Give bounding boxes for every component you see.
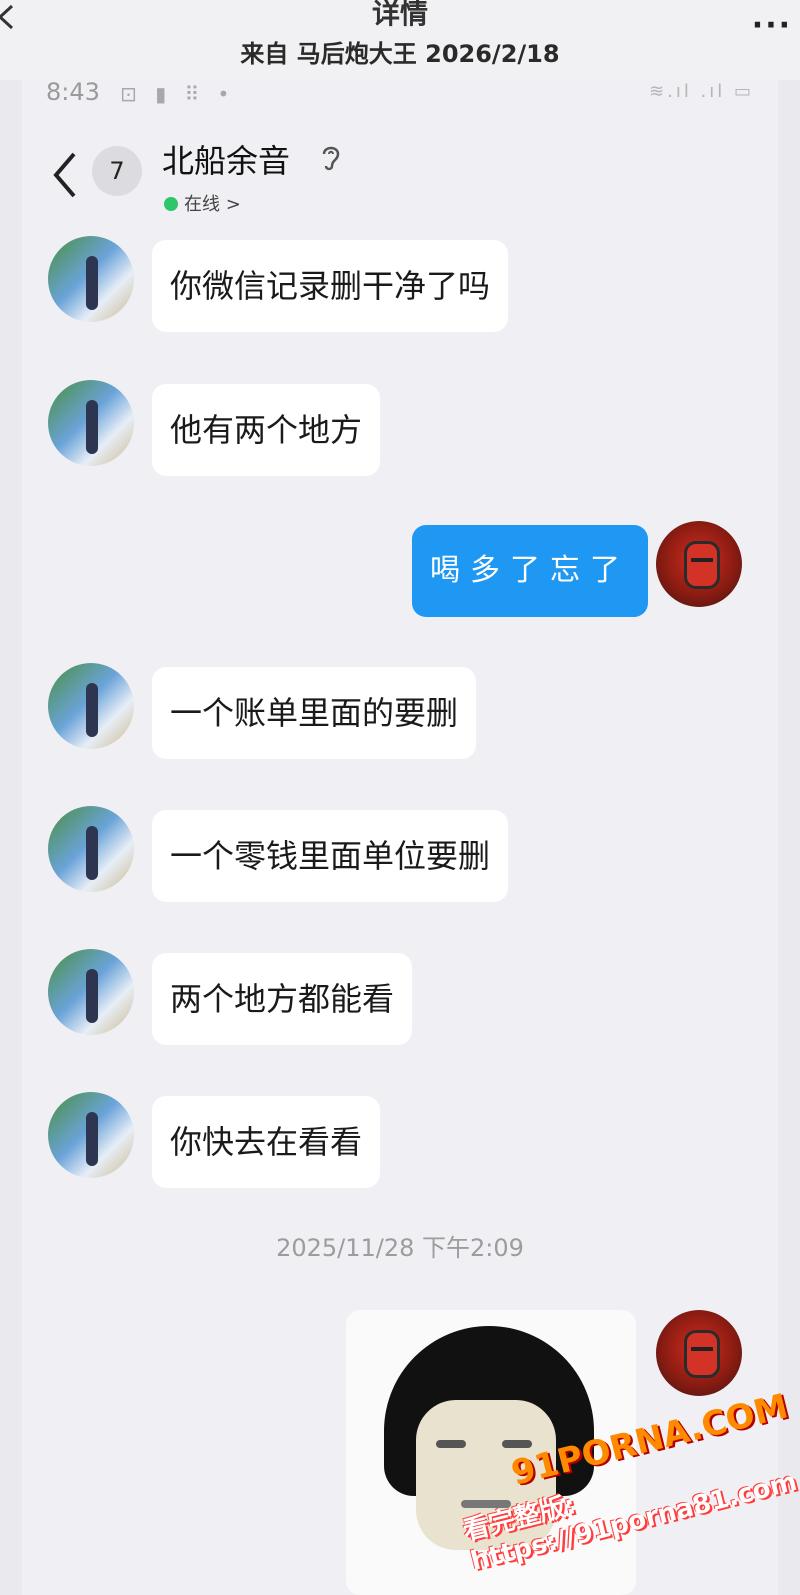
- my-avatar[interactable]: [656, 1310, 742, 1396]
- post-source: 来自 马后炮大王 2026/2/18: [240, 40, 560, 68]
- my-message-bubble[interactable]: 喝多了忘了: [412, 525, 648, 617]
- message-bubble[interactable]: 他有两个地方: [152, 384, 381, 476]
- message-bubble[interactable]: 两个地方都能看: [152, 953, 413, 1045]
- message-bubble[interactable]: 一个零钱里面单位要删: [152, 810, 509, 902]
- outer-header: 详情 来自 马后炮大王 2026/2/18 ···: [0, 0, 800, 80]
- online-status[interactable]: 在线 >: [164, 190, 241, 216]
- message-timestamp: 2025/11/28 下午2:09: [276, 1234, 524, 1262]
- contact-name[interactable]: 北船余音: [162, 136, 290, 182]
- status-icons: ⊡ ▮ ⠿ •: [120, 82, 236, 106]
- chat-screenshot: 8:43 ⊡ ▮ ⠿ • ≋.ıl .ıl ▭ 7 北船余音 在线 > 你微信记…: [22, 78, 778, 1595]
- contact-avatar[interactable]: [48, 949, 134, 1035]
- page-title: 详情: [371, 0, 428, 30]
- chat-back-icon[interactable]: [50, 150, 80, 200]
- online-dot: [164, 197, 178, 211]
- status-bar: 8:43 ⊡ ▮ ⠿ • ≋.ıl .ıl ▭: [22, 78, 778, 116]
- online-status-text: 在线 >: [184, 194, 241, 215]
- message-bubble[interactable]: 一个账单里面的要删: [152, 667, 477, 759]
- message-bubble[interactable]: 你快去在看看: [152, 1096, 381, 1188]
- contact-avatar[interactable]: [48, 236, 134, 322]
- ear-icon[interactable]: [318, 142, 342, 172]
- contact-avatar[interactable]: [48, 380, 134, 466]
- contact-avatar[interactable]: [48, 806, 134, 892]
- contact-avatar[interactable]: [48, 663, 134, 749]
- unread-badge: 7: [92, 146, 142, 196]
- more-icon[interactable]: ···: [752, 8, 792, 43]
- signal-battery-icons: ≋.ıl .ıl ▭: [649, 81, 754, 102]
- status-time: 8:43: [46, 78, 100, 106]
- message-bubble[interactable]: 你微信记录删干净了吗: [152, 240, 509, 332]
- my-avatar[interactable]: [656, 521, 742, 607]
- contact-avatar[interactable]: [48, 1092, 134, 1178]
